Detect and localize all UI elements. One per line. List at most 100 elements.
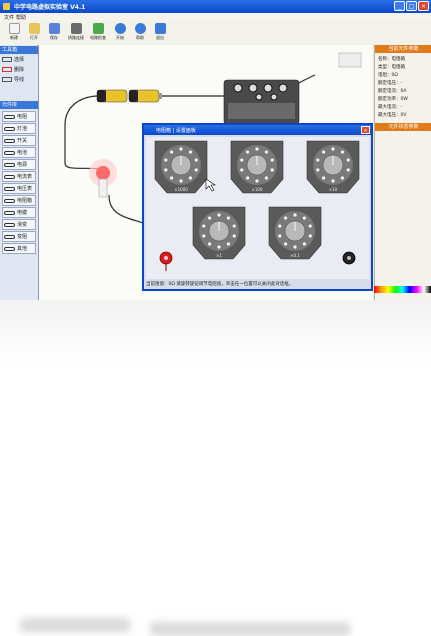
component-state-header: 元件状态参数: [375, 123, 431, 131]
terminal-red[interactable]: [159, 251, 173, 271]
knob-tick: [194, 158, 198, 162]
toolbar-save-button[interactable]: 保存: [44, 23, 64, 43]
component-icon: [4, 198, 15, 203]
knob-tick: [270, 158, 274, 162]
toolbar-wire-button[interactable]: 线路连接: [66, 23, 86, 43]
component-icon: [4, 210, 15, 215]
component-label: 电阻: [17, 114, 28, 120]
component-item[interactable]: 电阻箱: [2, 195, 36, 206]
open-folder-icon: [28, 23, 40, 34]
component-label: 变阻: [17, 234, 28, 240]
delete-icon: [2, 67, 12, 72]
left-panel: 工具箱 选择 删除 导线 元件库 电阻灯泡开关电池 电源 电流表电压表电阻箱 电键滑变…: [0, 45, 39, 300]
components-header: 元件库: [0, 101, 38, 109]
knob-tick: [308, 234, 312, 238]
component-icon: [4, 138, 15, 143]
knob-tick: [321, 150, 326, 154]
param-row: 电阻：0Ω: [378, 73, 398, 78]
knob-tick: [331, 147, 335, 151]
component-item[interactable]: 电阻: [2, 111, 36, 122]
knob-tick: [270, 168, 274, 172]
knob-tick: [188, 176, 193, 180]
terminal-black[interactable]: [342, 251, 356, 265]
resistance-knob[interactable]: ×0.1: [268, 206, 322, 260]
component-item[interactable]: 其他: [2, 243, 36, 254]
component-item[interactable]: 滑变: [2, 219, 36, 230]
component-icon: [4, 174, 15, 179]
component-icon: [4, 114, 15, 119]
knob-tick: [226, 242, 231, 246]
knob-tick: [202, 234, 206, 238]
toolbar-help-button[interactable]: 帮助: [130, 23, 150, 43]
knob-tick: [346, 168, 350, 172]
knob-tick: [194, 168, 198, 172]
meter-box[interactable]: [223, 79, 300, 125]
component-item[interactable]: 电键: [2, 207, 36, 218]
component-item[interactable]: 电压表: [2, 183, 36, 194]
param-row: 类型：电阻箱: [378, 65, 405, 70]
resistance-knob[interactable]: ×1: [192, 206, 246, 260]
knob-tick: [264, 150, 269, 154]
component-item[interactable]: 电流表: [2, 171, 36, 182]
param-row: 名称：电阻箱: [378, 57, 405, 62]
color-palette[interactable]: [374, 286, 431, 293]
knob-tick: [240, 168, 244, 172]
maximize-button[interactable]: □: [406, 1, 417, 11]
help-icon: [134, 23, 146, 34]
tool-delete[interactable]: 删除: [2, 66, 36, 75]
component-item[interactable]: 电池: [2, 147, 36, 158]
component-label: 开关: [17, 138, 28, 144]
toolbar-check-button[interactable]: 电路检查: [88, 23, 108, 43]
menu-file[interactable]: 文件: [4, 14, 14, 21]
knob-tick: [255, 147, 259, 151]
component-icon: [4, 162, 15, 167]
component-icon: [4, 222, 15, 227]
knob-tick: [340, 150, 345, 154]
knob-tick: [308, 224, 312, 228]
dialog-close-button[interactable]: ×: [361, 126, 370, 134]
cursor-icon: [2, 57, 12, 62]
close-button[interactable]: ×: [418, 1, 429, 11]
component-item[interactable]: 开关: [2, 135, 36, 146]
component-icon: [4, 234, 15, 239]
battery-pack[interactable]: [96, 89, 162, 103]
tool-wire[interactable]: 导线: [2, 76, 36, 85]
mouse-cursor-icon: [205, 178, 216, 192]
toolbar-start-button[interactable]: 开始: [110, 23, 130, 43]
knob-tick: [316, 168, 320, 172]
knob-tick: [245, 176, 250, 180]
knob-tick: [202, 224, 206, 228]
component-item[interactable]: 灯泡: [2, 123, 36, 134]
light-bulb[interactable]: [89, 159, 117, 198]
resistance-knob[interactable]: ×100: [230, 140, 284, 194]
toolbar-new-button[interactable]: 新建: [4, 23, 24, 43]
power-terminal-box[interactable]: [338, 52, 362, 68]
knob-tick: [226, 216, 231, 220]
knob-tick: [169, 176, 174, 180]
toolbar-exit-button[interactable]: 退出: [150, 23, 170, 43]
component-label: 电压表: [17, 186, 33, 192]
new-file-icon: [8, 23, 20, 34]
tools-header: 工具箱: [0, 46, 38, 54]
knob-tick: [302, 216, 307, 220]
knob-tick: [164, 168, 168, 172]
component-item[interactable]: 电源: [2, 159, 36, 170]
menu-help[interactable]: 帮助: [16, 14, 26, 21]
component-item[interactable]: 变阻: [2, 231, 36, 242]
param-row: 额定电流：0A: [378, 89, 407, 94]
wire-icon: [2, 77, 12, 82]
knob-tick: [179, 147, 183, 151]
tool-select[interactable]: 选择: [2, 56, 36, 65]
resistance-knob[interactable]: ×10: [306, 140, 360, 194]
component-label: 灯泡: [17, 126, 28, 132]
minimize-button[interactable]: _: [394, 1, 405, 11]
component-label: 滑变: [17, 222, 28, 228]
right-panel: 当前元件参数 名称：电阻箱 类型：电阻箱 电阻：0Ω 额定电压：- 额定电流：0A 额定功…: [374, 45, 431, 300]
knob-label: ×0.1: [290, 253, 300, 258]
resistance-knob[interactable]: ×1000: [154, 140, 208, 194]
component-icon: [4, 246, 15, 251]
knob-tick: [255, 179, 259, 183]
toolbar-open-button[interactable]: 打开: [24, 23, 44, 43]
knob-tick: [240, 158, 244, 162]
exit-icon: [154, 23, 166, 34]
